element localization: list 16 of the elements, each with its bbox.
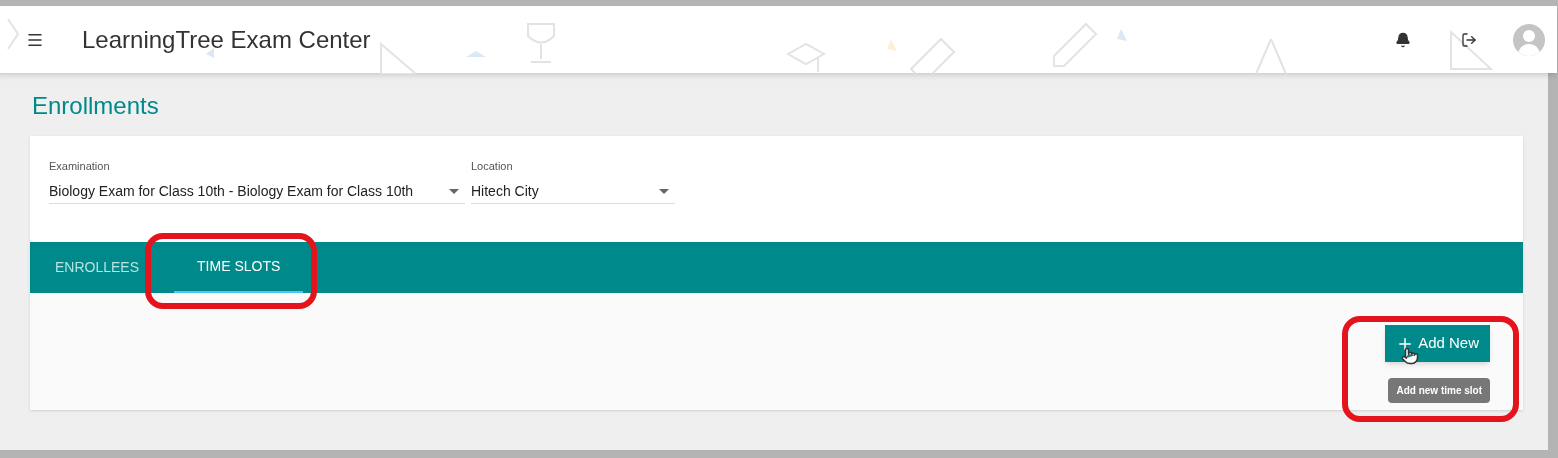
field-label: Examination	[49, 159, 111, 174]
dropdown-caret-icon	[449, 188, 459, 194]
notification-bell-icon[interactable]	[1395, 31, 1411, 48]
field-value: Biology Exam for Class 10th - Biology Exam for Class 10th	[49, 181, 415, 201]
hand-cursor-icon	[1401, 347, 1420, 365]
field-label: Location	[471, 159, 514, 174]
add-new-button[interactable]: Add New	[1385, 325, 1490, 362]
select-field[interactable]: Location Hitech City	[471, 158, 675, 204]
dropdown-caret-icon	[659, 188, 669, 194]
tab[interactable]: ENROLLEES	[32, 242, 163, 293]
field-value: Hitech City	[471, 181, 540, 201]
logout-icon[interactable]	[1461, 31, 1477, 48]
select-field[interactable]: Examination Biology Exam for Class 10th - Biology Exam for Class 10th	[49, 158, 465, 204]
tooltip: Add new time slot	[1388, 378, 1490, 403]
app-title: LearningTree Exam Center	[82, 24, 371, 55]
page-title: Enrollments	[32, 91, 160, 121]
